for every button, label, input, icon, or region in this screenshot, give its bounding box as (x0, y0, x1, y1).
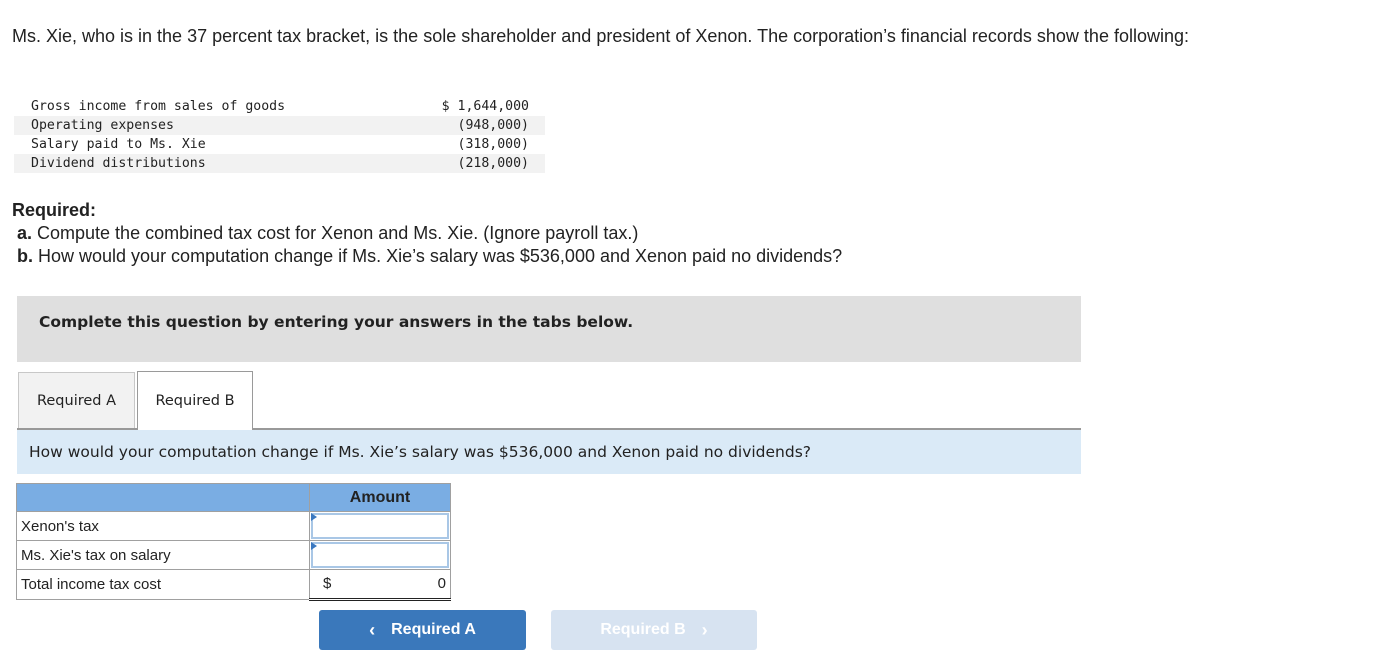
row-label: Xenon's tax (16, 511, 310, 541)
financial-value: $ 1,644,000 (441, 99, 529, 114)
required-section: Required: a. Compute the combined tax co… (12, 199, 842, 268)
row-label: Ms. Xie's tax on salary (16, 540, 310, 570)
financial-row: Operating expenses (948,000) (14, 116, 545, 135)
required-item-b: b. How would your computation change if … (12, 245, 842, 268)
xenon-tax-input[interactable] (311, 513, 449, 539)
financial-value: (218,000) (422, 154, 545, 173)
prev-required-a-button[interactable]: ‹ Required A (319, 610, 526, 650)
financial-records-table: Gross income from sales of goods $ 1,644… (14, 97, 545, 173)
financial-label: Gross income from sales of goods (31, 99, 286, 114)
problem-intro: Ms. Xie, who is in the 37 percent tax br… (12, 26, 1189, 46)
answer-table: Amount Xenon's tax Ms. Xie's tax on sala… (16, 483, 451, 601)
financial-value: (948,000) (422, 116, 545, 135)
total-row: Total income tax cost $ 0 (16, 569, 451, 601)
required-item-a: a. Compute the combined tax cost for Xen… (12, 222, 842, 245)
item-letter: b. (17, 246, 33, 266)
table-row: Ms. Xie's tax on salary (16, 540, 451, 570)
answer-header-row: Amount (16, 483, 451, 512)
chevron-right-icon: › (701, 619, 708, 640)
financial-label: Operating expenses (14, 116, 422, 135)
financial-value: (318,000) (457, 137, 529, 152)
input-marker-icon (311, 542, 317, 550)
xie-tax-input[interactable] (311, 542, 449, 568)
chevron-left-icon: ‹ (369, 619, 376, 640)
next-button-label: Required B (600, 621, 686, 638)
financial-row: Dividend distributions (218,000) (14, 154, 545, 173)
instructions-text: Complete this question by entering your … (39, 313, 634, 331)
header-label (16, 483, 310, 512)
prev-button-label: Required A (391, 621, 476, 638)
item-text: How would your computation change if Ms.… (33, 246, 843, 266)
question-text: How would your computation change if Ms.… (29, 443, 812, 461)
financial-label: Salary paid to Ms. Xie (31, 137, 206, 152)
total-label: Total income tax cost (16, 569, 310, 600)
input-marker-icon (311, 513, 317, 521)
instructions-banner: Complete this question by entering your … (17, 296, 1081, 362)
financial-row: Salary paid to Ms. Xie (318,000) (14, 135, 545, 154)
table-row: Xenon's tax (16, 511, 451, 541)
amount-cell (309, 511, 451, 541)
tab-bar: Required A Required B (17, 371, 1081, 430)
question-prompt: How would your computation change if Ms.… (17, 430, 1081, 474)
tab-required-b[interactable]: Required B (137, 371, 253, 430)
financial-row: Gross income from sales of goods $ 1,644… (14, 97, 545, 116)
required-title: Required: (12, 200, 97, 220)
currency-symbol: $ (323, 575, 332, 592)
next-required-b-button[interactable]: Required B › (551, 610, 757, 650)
header-amount: Amount (309, 483, 451, 512)
item-letter: a. (17, 223, 33, 243)
amount-cell (309, 540, 451, 570)
financial-label: Dividend distributions (14, 154, 422, 173)
total-value: 0 (437, 575, 446, 592)
tab-required-a[interactable]: Required A (18, 372, 135, 429)
item-text: Compute the combined tax cost for Xenon … (32, 223, 639, 243)
total-cell: $ 0 (309, 569, 451, 601)
